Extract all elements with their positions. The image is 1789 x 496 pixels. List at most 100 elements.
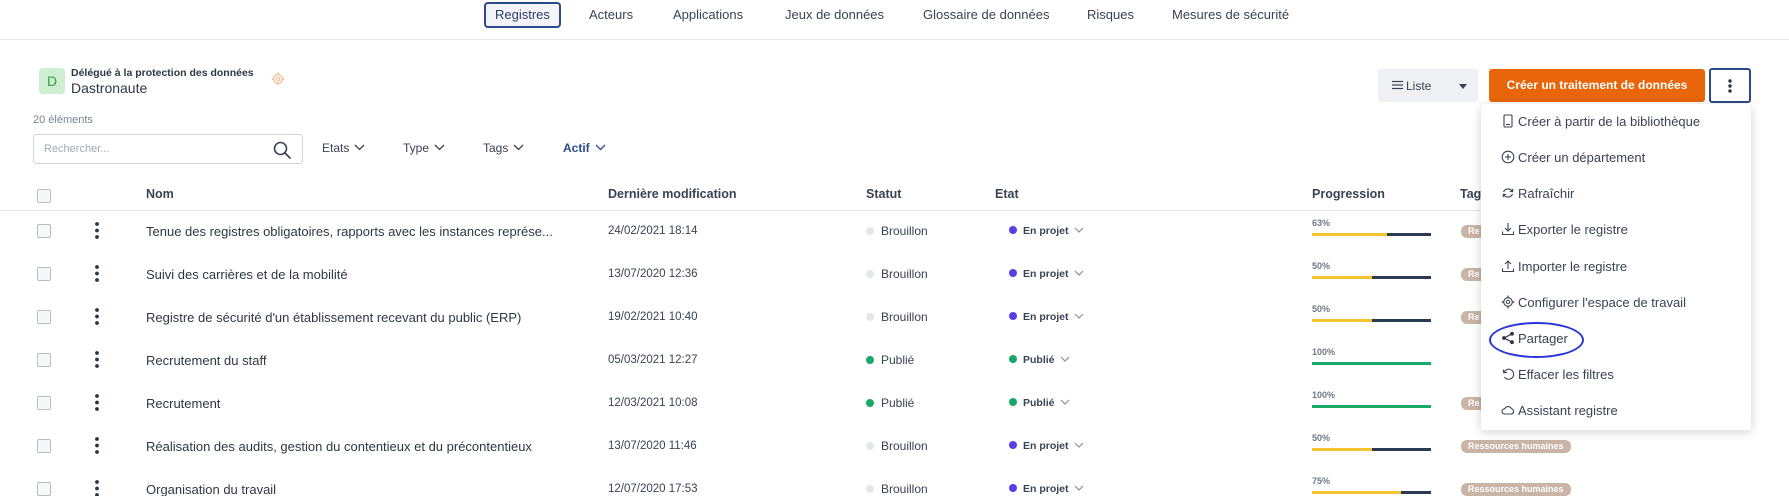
caret-down-icon[interactable]: [1459, 84, 1467, 89]
tab-risques[interactable]: Risques: [1078, 2, 1143, 28]
gear-icon[interactable]: [271, 72, 285, 86]
column-header-state[interactable]: Etat: [995, 187, 1019, 201]
menu-item-clear-filters[interactable]: Effacer les filtres: [1501, 367, 1614, 387]
progress-fill: [1312, 491, 1402, 494]
menu-item-configure-workspace[interactable]: Configurer l'espace de travail: [1501, 295, 1686, 315]
row-name[interactable]: Réalisation des audits, gestion du conte…: [146, 439, 581, 454]
filter-etats[interactable]: Etats: [322, 141, 365, 155]
row-status: Brouillon: [866, 267, 928, 281]
row-checkbox[interactable]: [37, 267, 51, 281]
row-state[interactable]: En projet: [1009, 268, 1084, 280]
row-state[interactable]: En projet: [1009, 483, 1084, 495]
filter-actif[interactable]: Actif: [563, 141, 606, 155]
tab-acteurs[interactable]: Acteurs: [580, 2, 642, 28]
select-all-checkbox[interactable]: [37, 189, 51, 203]
state-label: En projet: [1023, 440, 1069, 452]
menu-item-import[interactable]: Importer le registre: [1501, 259, 1627, 279]
menu-item-assistant[interactable]: Assistant registre: [1501, 403, 1618, 423]
table-row[interactable]: Suivi des carrières et de la mobilité 13…: [0, 253, 1487, 296]
menu-item-refresh[interactable]: Rafraîchir: [1501, 186, 1574, 206]
tab-registres[interactable]: Registres: [484, 2, 561, 28]
column-header-tags[interactable]: Tag: [1460, 187, 1481, 201]
row-state[interactable]: En projet: [1009, 440, 1084, 452]
state-dot: [1009, 484, 1017, 492]
delegate-name: Dastronaute: [71, 80, 148, 96]
table-row[interactable]: Registre de sécurité d'un établissement …: [0, 296, 1487, 339]
tab-glossaire[interactable]: Glossaire de données: [914, 2, 1058, 28]
menu-item-create-department[interactable]: Créer un département: [1501, 150, 1645, 170]
progress-track: [1312, 448, 1431, 451]
column-header-status[interactable]: Statut: [866, 187, 901, 201]
row-name[interactable]: Registre de sécurité d'un établissement …: [146, 310, 581, 325]
row-more-icon[interactable]: [95, 437, 99, 454]
tab-jeux-de-donnees[interactable]: Jeux de données: [776, 2, 893, 28]
progress-label: 100%: [1312, 347, 1336, 357]
table-row[interactable]: Recrutement 12/03/2021 10:08 Publié Publ…: [0, 382, 1487, 425]
row-state[interactable]: Publié: [1009, 354, 1070, 366]
row-checkbox[interactable]: [37, 224, 51, 238]
table-row[interactable]: Organisation du travail 12/07/2020 17:53…: [0, 468, 1571, 496]
row-checkbox[interactable]: [37, 439, 51, 453]
row-checkbox[interactable]: [37, 310, 51, 324]
more-actions-button[interactable]: [1709, 68, 1751, 103]
row-name[interactable]: Recrutement du staff: [146, 353, 581, 368]
column-header-modified[interactable]: Dernière modification: [608, 187, 737, 201]
row-more-icon[interactable]: [95, 265, 99, 282]
column-header-progress[interactable]: Progression: [1312, 187, 1385, 201]
table-row[interactable]: Réalisation des audits, gestion du conte…: [0, 425, 1571, 468]
row-name[interactable]: Tenue des registres obligatoires, rappor…: [146, 224, 581, 239]
row-more-icon[interactable]: [95, 394, 99, 411]
chevron-down-icon: [1074, 227, 1083, 233]
menu-item-export[interactable]: Exporter le registre: [1501, 222, 1628, 242]
row-name[interactable]: Recrutement: [146, 396, 581, 411]
column-header-name[interactable]: Nom: [146, 187, 174, 201]
chevron-down-icon: [1074, 313, 1083, 319]
row-more-icon[interactable]: [95, 222, 99, 239]
status-dot: [866, 356, 874, 364]
row-progress: 50%: [1312, 304, 1431, 326]
table-row[interactable]: Recrutement du staff 05/03/2021 12:27 Pu…: [0, 339, 1480, 382]
state-dot: [1009, 226, 1017, 234]
filter-tags[interactable]: Tags: [483, 141, 524, 155]
tab-applications[interactable]: Applications: [664, 2, 752, 28]
upload-icon: [1501, 260, 1515, 273]
tab-mesures-securite[interactable]: Mesures de sécurité: [1163, 2, 1298, 28]
status-label: Brouillon: [881, 310, 928, 324]
row-name[interactable]: Suivi des carrières et de la mobilité: [146, 267, 581, 282]
status-dot: [866, 485, 874, 493]
row-state[interactable]: En projet: [1009, 311, 1084, 323]
status-label: Brouillon: [881, 267, 928, 281]
view-selector[interactable]: Liste: [1378, 69, 1478, 102]
status-dot: [866, 313, 874, 321]
create-processing-button[interactable]: Créer un traitement de données: [1489, 69, 1705, 102]
search-icon[interactable]: [272, 140, 292, 160]
download-icon: [1501, 223, 1515, 236]
row-state[interactable]: En projet: [1009, 225, 1084, 237]
gear-icon: [1501, 295, 1515, 309]
undo-icon: [1502, 368, 1515, 380]
progress-fill: [1312, 319, 1372, 322]
row-checkbox[interactable]: [37, 396, 51, 410]
row-status: Brouillon: [866, 310, 928, 324]
menu-item-create-from-library[interactable]: Créer à partir de la bibliothèque: [1501, 114, 1700, 134]
row-checkbox[interactable]: [37, 482, 51, 496]
row-more-icon[interactable]: [95, 480, 99, 496]
row-status: Publié: [866, 353, 914, 367]
search-input[interactable]: [44, 142, 264, 156]
row-progress: 50%: [1312, 433, 1431, 455]
progress-label: 75%: [1312, 476, 1331, 486]
row-more-icon[interactable]: [95, 308, 99, 325]
row-status: Brouillon: [866, 224, 928, 238]
menu-item-share[interactable]: Partager: [1501, 331, 1568, 351]
row-more-icon[interactable]: [95, 351, 99, 368]
row-name[interactable]: Organisation du travail: [146, 482, 581, 496]
more-vertical-icon: [1728, 79, 1732, 93]
filter-type[interactable]: Type: [403, 141, 445, 155]
avatar: D: [39, 68, 65, 94]
row-state[interactable]: Publié: [1009, 397, 1070, 409]
status-label: Publié: [881, 353, 915, 367]
progress-label: 50%: [1312, 433, 1331, 443]
state-dot: [1009, 269, 1017, 277]
table-row[interactable]: Tenue des registres obligatoires, rappor…: [0, 210, 1487, 253]
row-checkbox[interactable]: [37, 353, 51, 367]
